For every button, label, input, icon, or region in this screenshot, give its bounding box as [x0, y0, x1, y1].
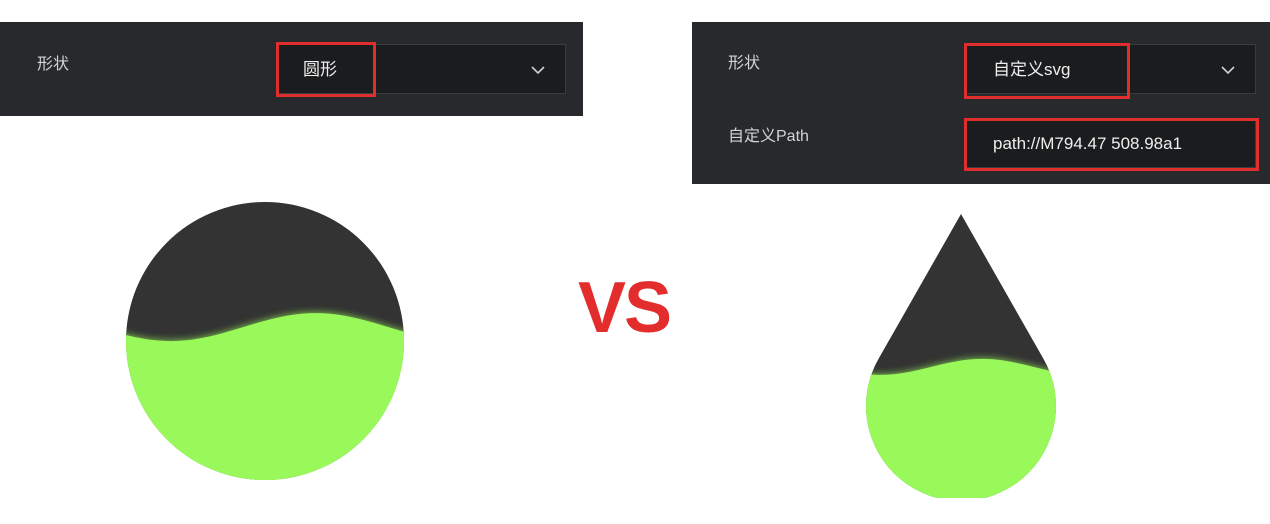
liquid-fill-drop-chart [866, 214, 1056, 498]
shape-select[interactable]: 圆形 [278, 44, 566, 94]
path-label: 自定义Path [728, 128, 809, 145]
shape-label: 形状 [37, 56, 70, 73]
settings-panel-circle: 形状 圆形 [0, 22, 583, 116]
shape-label: 形状 [728, 55, 761, 72]
custom-path-input[interactable]: path://M794.47 508.98a1 [966, 120, 1256, 168]
custom-path-value: path://M794.47 508.98a1 [993, 134, 1183, 153]
chevron-down-icon[interactable] [1219, 61, 1237, 79]
chevron-down-icon[interactable] [529, 61, 547, 79]
liquid-fill-circle-chart [126, 202, 404, 480]
liquid-wave [866, 358, 1056, 498]
settings-panel-custom-svg: 形状 自定义svg 自定义Path path://M794.47 508.98a… [692, 22, 1270, 184]
shape-select[interactable]: 自定义svg [966, 44, 1256, 94]
vs-label: VS [578, 268, 672, 348]
shape-select-value: 圆形 [303, 60, 337, 79]
shape-select-value: 自定义svg [993, 60, 1071, 79]
